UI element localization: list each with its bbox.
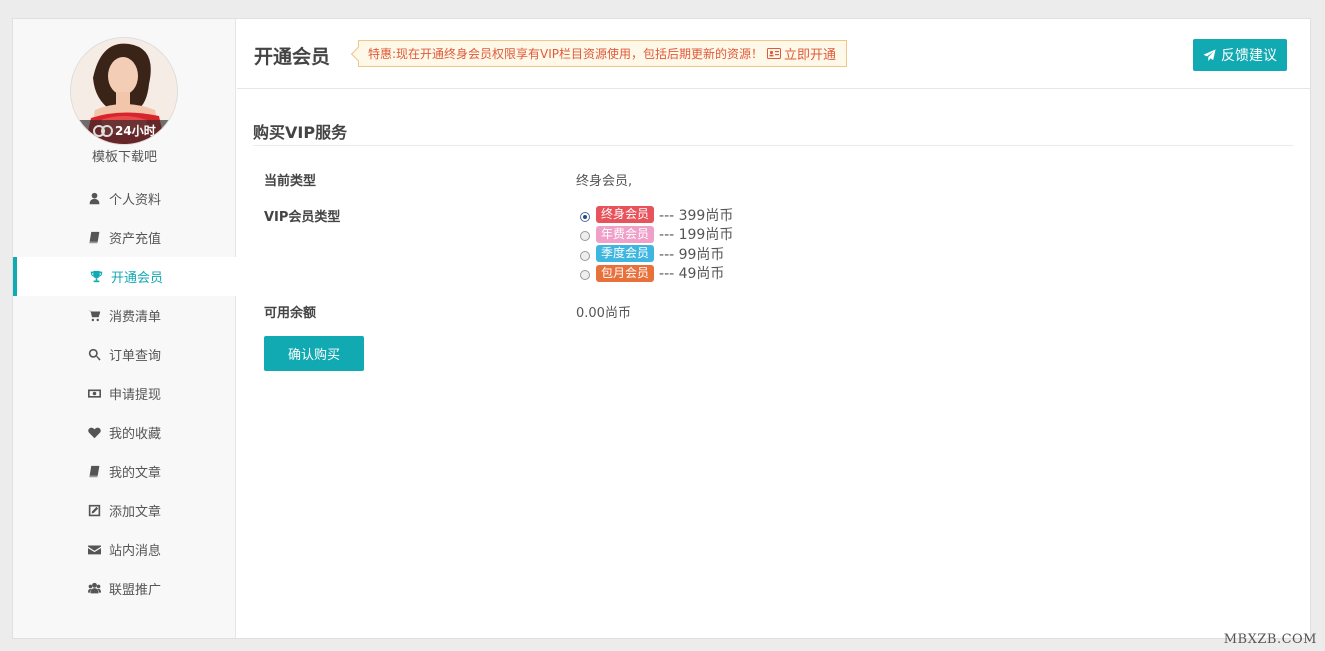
sidebar: 24小时 模板下载吧 个人资料 资产充值 开通会员 消费清单 订单查询 申请提现…: [13, 19, 236, 638]
sidebar-item-label: 我的收藏: [108, 427, 161, 442]
page-container: 24小时 模板下载吧 个人资料 资产充值 开通会员 消费清单 订单查询 申请提现…: [12, 18, 1311, 639]
current-type-value: 终身会员,: [576, 174, 633, 189]
promo-open-link[interactable]: 立即开通: [784, 44, 836, 63]
heart-icon: [88, 427, 101, 439]
vip-option-price: --- 199尚币: [659, 227, 734, 244]
watermark: MBXZB.COM: [1223, 632, 1317, 647]
page-header: 开通会员 特惠:现在开通终身会员权限享有VIP栏目资源使用，包括后期更新的资源！…: [237, 19, 1310, 89]
vip-option-quarterly[interactable]: 季度会员 --- 99尚币: [580, 244, 733, 264]
trophy-icon: [90, 270, 103, 283]
vip-option-radio[interactable]: [580, 270, 590, 281]
users-icon: [87, 582, 101, 594]
vip-option-price: --- 399尚币: [659, 207, 734, 224]
main-content: 开通会员 特惠:现在开通终身会员权限享有VIP栏目资源使用，包括后期更新的资源！…: [237, 19, 1310, 638]
feedback-button[interactable]: 反馈建议: [1193, 39, 1287, 71]
user-icon: [89, 192, 100, 205]
book-icon: [89, 465, 100, 478]
vip-option-radio[interactable]: [580, 250, 590, 261]
search-icon: [88, 348, 101, 361]
vip-option-tag: 终身会员: [596, 206, 655, 224]
edit-icon: [88, 504, 101, 517]
vip-option-monthly[interactable]: 包月会员 --- 49尚币: [580, 264, 733, 284]
sidebar-item-withdraw[interactable]: 申请提现: [13, 374, 236, 413]
current-type-label: 当前类型: [264, 174, 317, 189]
sidebar-menu: 个人资料 资产充值 开通会员 消费清单 订单查询 申请提现 我的收藏 我的文章 …: [13, 179, 236, 608]
sidebar-item-label: 消费清单: [108, 310, 161, 325]
vip-option-radio[interactable]: [580, 231, 590, 242]
sidebar-item-label: 开通会员: [110, 271, 163, 286]
sidebar-item-affiliate[interactable]: 联盟推广: [13, 569, 236, 608]
vip-option-price: --- 49尚币: [659, 266, 725, 283]
sidebar-item-orders[interactable]: 订单查询: [13, 335, 236, 374]
vip-type-label: VIP会员类型: [264, 210, 341, 225]
vip-options: 终身会员 --- 399尚币 年费会员 --- 199尚币 季度会员 --- 9…: [580, 205, 733, 283]
confirm-purchase-button[interactable]: 确认购买: [264, 336, 364, 371]
sidebar-item-label: 资产充值: [108, 232, 161, 247]
id-card-icon: [767, 48, 782, 59]
vip-option-radio[interactable]: [580, 211, 590, 222]
sidebar-item-label: 申请提现: [108, 388, 161, 403]
paper-plane-icon: [1203, 48, 1216, 61]
vip-option-tag: 季度会员: [596, 245, 655, 263]
envelope-icon: [87, 545, 101, 555]
sidebar-item-my-articles[interactable]: 我的文章: [13, 452, 236, 491]
sidebar-item-consumption[interactable]: 消费清单: [13, 296, 236, 335]
avatar[interactable]: 24小时: [70, 37, 178, 145]
sidebar-item-label: 联盟推广: [108, 583, 161, 598]
username: 模板下载吧: [91, 150, 157, 165]
sidebar-item-label: 个人资料: [108, 193, 161, 208]
sidebar-item-label: 添加文章: [108, 505, 161, 520]
sidebar-item-recharge[interactable]: 资产充值: [13, 218, 236, 257]
balance-value: 0.00尚币: [576, 306, 631, 321]
sidebar-item-label: 订单查询: [108, 349, 161, 364]
sidebar-item-vip[interactable]: 开通会员: [13, 257, 236, 296]
vip-option-tag: 年费会员: [596, 225, 655, 243]
avatar-caption: 24小时: [115, 124, 156, 138]
page-title: 开通会员: [254, 46, 331, 68]
sidebar-item-add-article[interactable]: 添加文章: [13, 491, 236, 530]
book-icon: [89, 231, 100, 244]
feedback-button-label: 反馈建议: [1221, 48, 1277, 64]
promo-notice: 特惠:现在开通终身会员权限享有VIP栏目资源使用，包括后期更新的资源！ 立即开通: [358, 40, 848, 67]
balance-label: 可用余额: [264, 306, 317, 321]
vip-option-price: --- 99尚币: [659, 246, 725, 263]
sidebar-item-profile[interactable]: 个人资料: [13, 179, 236, 218]
sidebar-item-favorites[interactable]: 我的收藏: [13, 413, 236, 452]
money-icon: [87, 389, 101, 398]
sidebar-item-label: 站内消息: [108, 544, 161, 559]
vip-option-lifetime[interactable]: 终身会员 --- 399尚币: [580, 205, 733, 225]
cart-icon: [87, 310, 101, 322]
promo-notice-text: 特惠:现在开通终身会员权限享有VIP栏目资源使用，包括后期更新的资源！: [368, 47, 764, 61]
section-title: 购买VIP服务: [253, 119, 1294, 146]
sidebar-item-label: 我的文章: [108, 466, 161, 481]
sidebar-item-messages[interactable]: 站内消息: [13, 530, 236, 569]
vip-option-yearly[interactable]: 年费会员 --- 199尚币: [580, 225, 733, 245]
vip-option-tag: 包月会员: [596, 264, 655, 282]
